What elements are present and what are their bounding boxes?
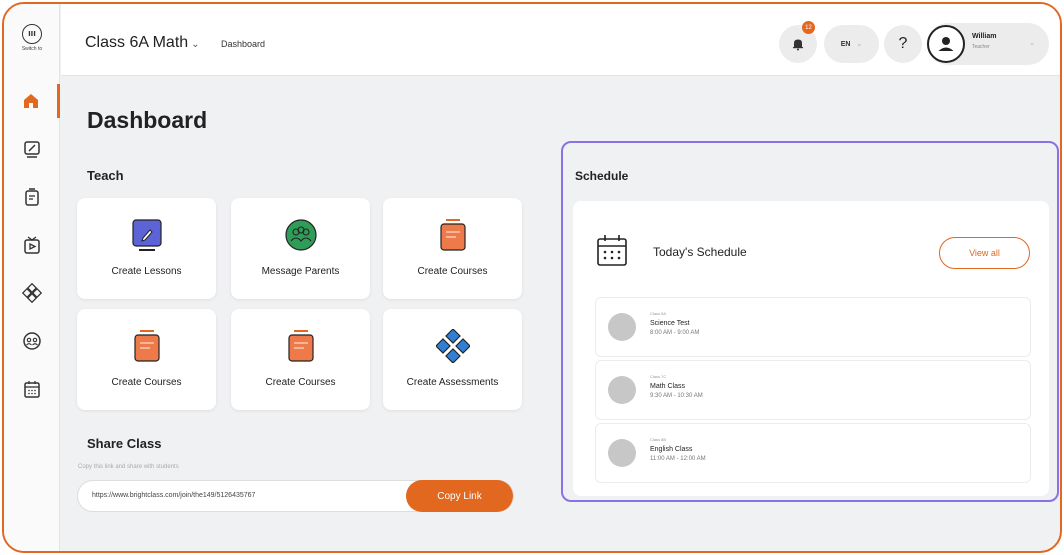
share-class-title: Share Class bbox=[87, 436, 162, 451]
lesson-icon bbox=[130, 218, 164, 252]
share-subtitle: Copy this link and share with students bbox=[78, 464, 179, 470]
copy-link-button[interactable]: Copy Link bbox=[406, 480, 513, 512]
help-button[interactable]: ? bbox=[884, 25, 922, 63]
card-label: Create Assessments bbox=[406, 377, 499, 388]
schedule-panel: Schedule Today's Schedule View all Class… bbox=[561, 141, 1059, 502]
event-time: 11:00 AM - 12:00 AM bbox=[650, 456, 706, 462]
teach-title: Teach bbox=[87, 168, 124, 183]
course-icon bbox=[284, 329, 318, 363]
sidebar-item-calendar[interactable] bbox=[4, 372, 60, 406]
schedule-item[interactable]: Class 8B English Class 11:00 AM - 12:00 … bbox=[595, 423, 1031, 483]
schedule-title: Schedule bbox=[575, 169, 629, 183]
card-label: Create Courses bbox=[265, 377, 336, 388]
notification-badge: 12 bbox=[802, 21, 815, 34]
create-lessons-card[interactable]: Create Lessons bbox=[77, 198, 216, 299]
page-title: Dashboard bbox=[87, 107, 208, 133]
schedule-card: Today's Schedule View all Class 6A Scien… bbox=[573, 201, 1049, 496]
view-all-button[interactable]: View all bbox=[939, 237, 1030, 269]
user-icon bbox=[938, 37, 954, 51]
sidebar-item-home[interactable] bbox=[4, 84, 60, 118]
card-label: Create Lessons bbox=[111, 266, 182, 277]
sidebar-item-parents[interactable] bbox=[4, 324, 60, 358]
create-assessments-card[interactable]: Create Assessments bbox=[383, 309, 522, 410]
course-icon bbox=[436, 218, 470, 252]
create-courses-card[interactable]: Create Courses bbox=[231, 309, 370, 410]
assessment-icon bbox=[435, 329, 470, 363]
chevron-down-icon: ⌄ bbox=[191, 39, 200, 50]
course-icon bbox=[130, 329, 164, 363]
language-selector[interactable]: EN ⌄ bbox=[824, 25, 879, 63]
event-name: English Class bbox=[650, 446, 693, 453]
user-menu[interactable]: William Teacher ⌄ bbox=[927, 23, 1049, 65]
sidebar-item-courses[interactable] bbox=[4, 180, 60, 214]
sidebar: III Switch to bbox=[4, 4, 60, 551]
create-courses-card[interactable]: Create Courses bbox=[77, 309, 216, 410]
language-label: EN bbox=[840, 40, 851, 48]
share-link-field[interactable]: https://www.brightclass.com/join/the149/… bbox=[77, 480, 514, 512]
avatar bbox=[608, 439, 636, 467]
event-name: Math Class bbox=[650, 383, 686, 390]
puzzle-icon bbox=[22, 283, 42, 303]
avatar bbox=[608, 376, 636, 404]
card-label: Create Courses bbox=[417, 266, 488, 277]
home-icon bbox=[23, 94, 38, 108]
event-time: 8:00 AM - 9:00 AM bbox=[650, 330, 700, 336]
parents-icon bbox=[284, 218, 318, 252]
sidebar-item-lessons[interactable] bbox=[4, 132, 60, 166]
user-name: William bbox=[972, 33, 997, 40]
calendar-icon bbox=[24, 381, 40, 398]
document-icon bbox=[25, 188, 39, 206]
notifications-button[interactable]: 12 bbox=[779, 21, 817, 63]
avatar bbox=[608, 313, 636, 341]
app-frame: III Switch to Class 6A Math⌄ Dashboard bbox=[2, 2, 1062, 553]
event-class: Class 8B bbox=[650, 437, 667, 442]
message-parents-card[interactable]: Message Parents bbox=[231, 198, 370, 299]
event-class: Class 7C bbox=[650, 374, 667, 379]
sidebar-item-videos[interactable] bbox=[4, 228, 60, 262]
user-role: Teacher bbox=[972, 44, 990, 50]
bell-icon bbox=[793, 39, 803, 51]
video-icon bbox=[24, 236, 40, 254]
event-time: 9:30 AM - 10:30 AM bbox=[650, 393, 703, 399]
chevron-down-icon: ⌄ bbox=[1029, 40, 1035, 47]
group-icon bbox=[23, 332, 41, 350]
avatar bbox=[927, 25, 965, 63]
switch-icon: III bbox=[22, 24, 42, 44]
class-selector[interactable]: Class 6A Math ⌄ bbox=[85, 34, 200, 52]
top-header: Class 6A Math ⌄ Dashboard 12 EN ⌄ ? Willia… bbox=[61, 4, 1060, 76]
edit-icon bbox=[24, 141, 40, 158]
share-link-text: https://www.brightclass.com/join/the149/… bbox=[92, 492, 256, 499]
event-class: Class 6A bbox=[650, 311, 667, 316]
class-title: Class 6A Math bbox=[85, 34, 189, 51]
create-courses-card[interactable]: Create Courses bbox=[383, 198, 522, 299]
switch-label: Switch to bbox=[21, 46, 43, 52]
switch-button[interactable]: III Switch to bbox=[14, 24, 50, 52]
schedule-item[interactable]: Class 7C Math Class 9:30 AM - 10:30 AM bbox=[595, 360, 1031, 420]
event-name: Science Test bbox=[650, 320, 690, 327]
card-label: Message Parents bbox=[261, 266, 340, 277]
breadcrumb[interactable]: Dashboard bbox=[221, 39, 265, 49]
today-schedule-title: Today's Schedule bbox=[653, 245, 747, 259]
calendar-icon bbox=[595, 233, 629, 267]
schedule-item[interactable]: Class 6A Science Test 8:00 AM - 9:00 AM bbox=[595, 297, 1031, 357]
card-label: Create Courses bbox=[111, 377, 182, 388]
chevron-down-icon: ⌄ bbox=[856, 41, 863, 48]
sidebar-item-assessments[interactable] bbox=[4, 276, 60, 310]
